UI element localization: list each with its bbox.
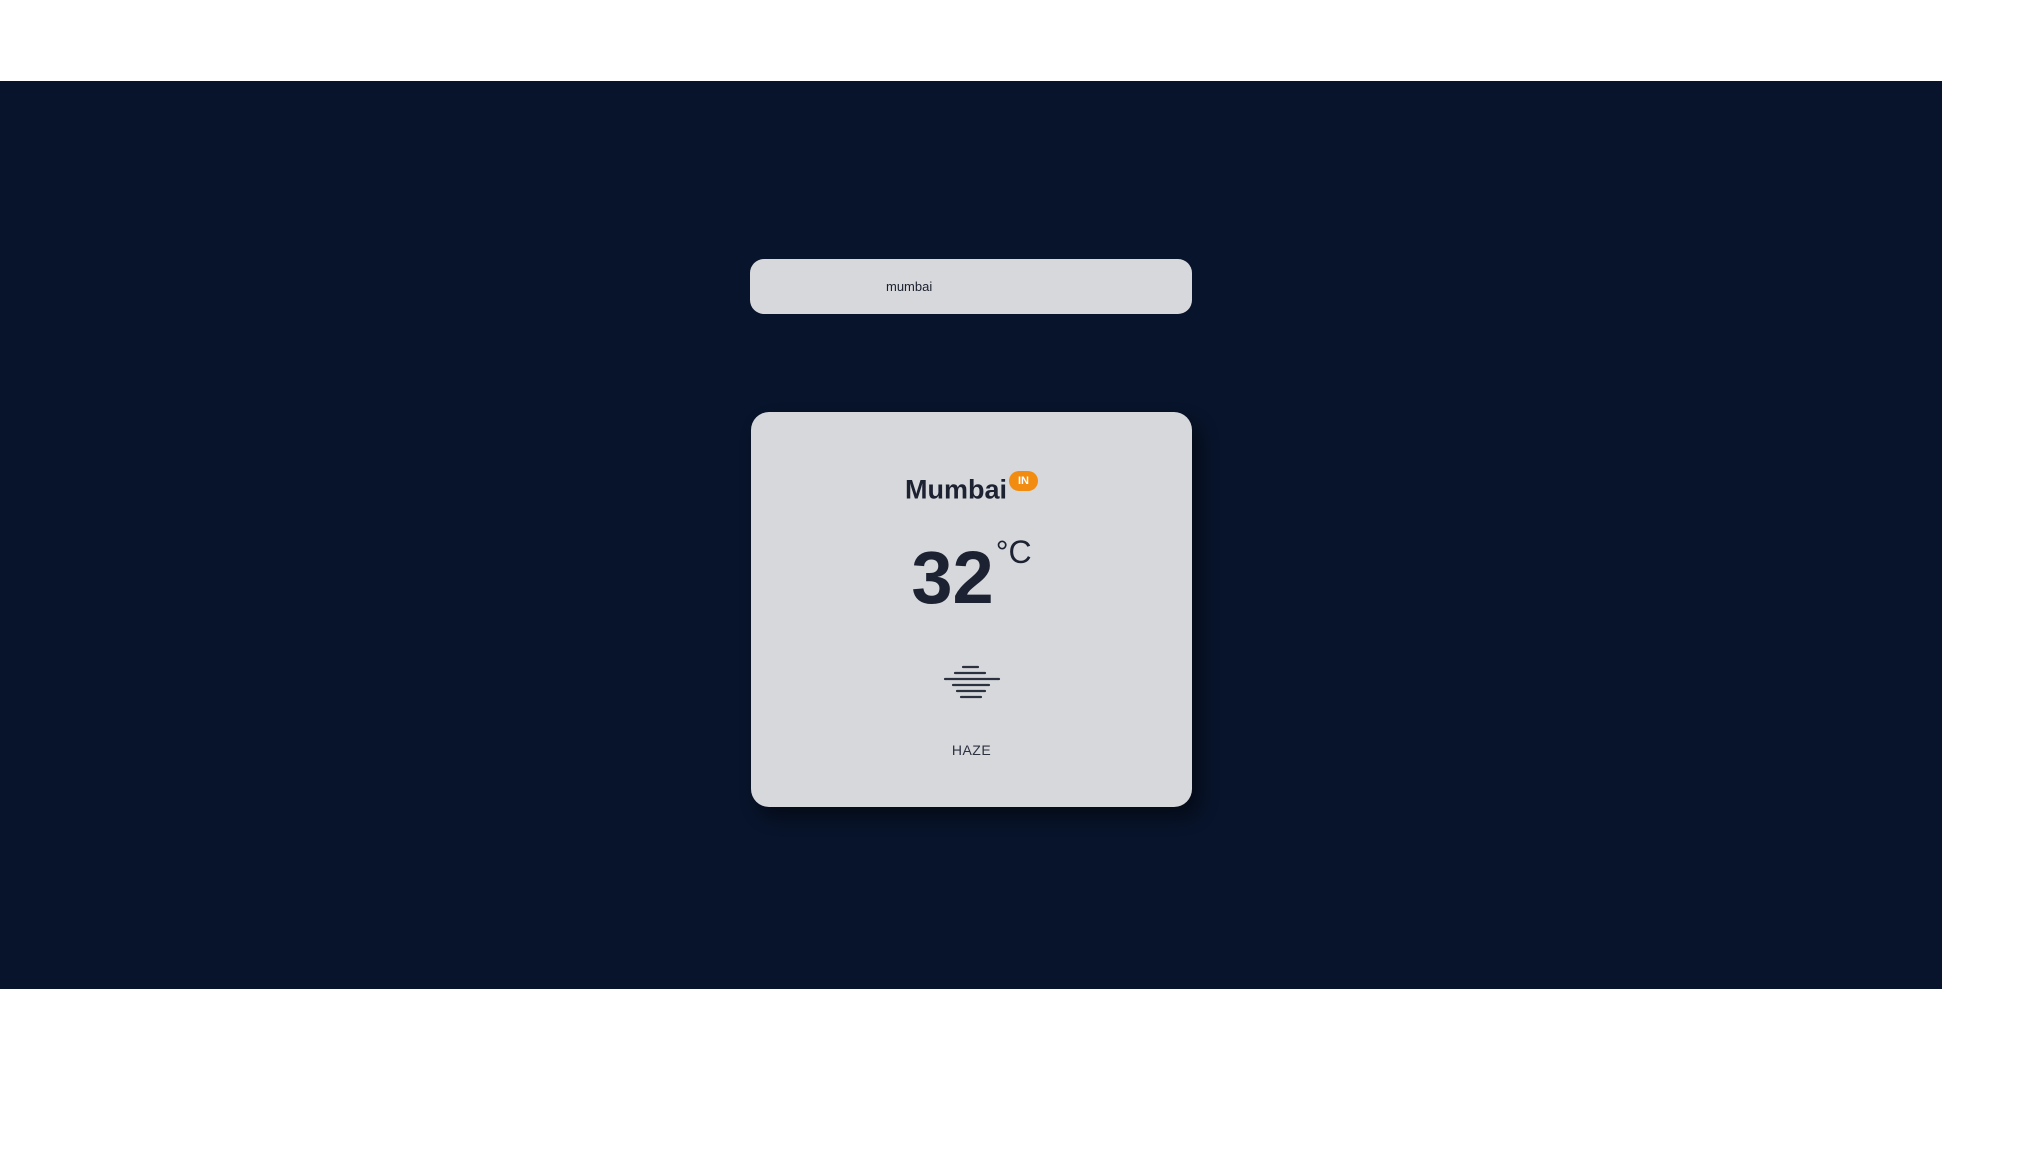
weather-card: Mumbai IN 32°C HAZE <box>751 412 1192 807</box>
city-name: Mumbai <box>904 474 1007 505</box>
temperature-unit: °C <box>995 534 1032 570</box>
city-row: Mumbai IN <box>751 471 1192 505</box>
search-input[interactable] <box>886 279 1176 294</box>
temperature-value: 32 <box>911 536 994 619</box>
country-badge: IN <box>1009 471 1038 491</box>
weather-condition: HAZE <box>951 742 992 758</box>
temperature-row: 32°C <box>751 534 1192 620</box>
search-box[interactable] <box>750 259 1192 314</box>
app-background: MumbaiIN 32°C HAZE <box>0 81 1942 989</box>
haze-icon <box>943 663 1001 703</box>
